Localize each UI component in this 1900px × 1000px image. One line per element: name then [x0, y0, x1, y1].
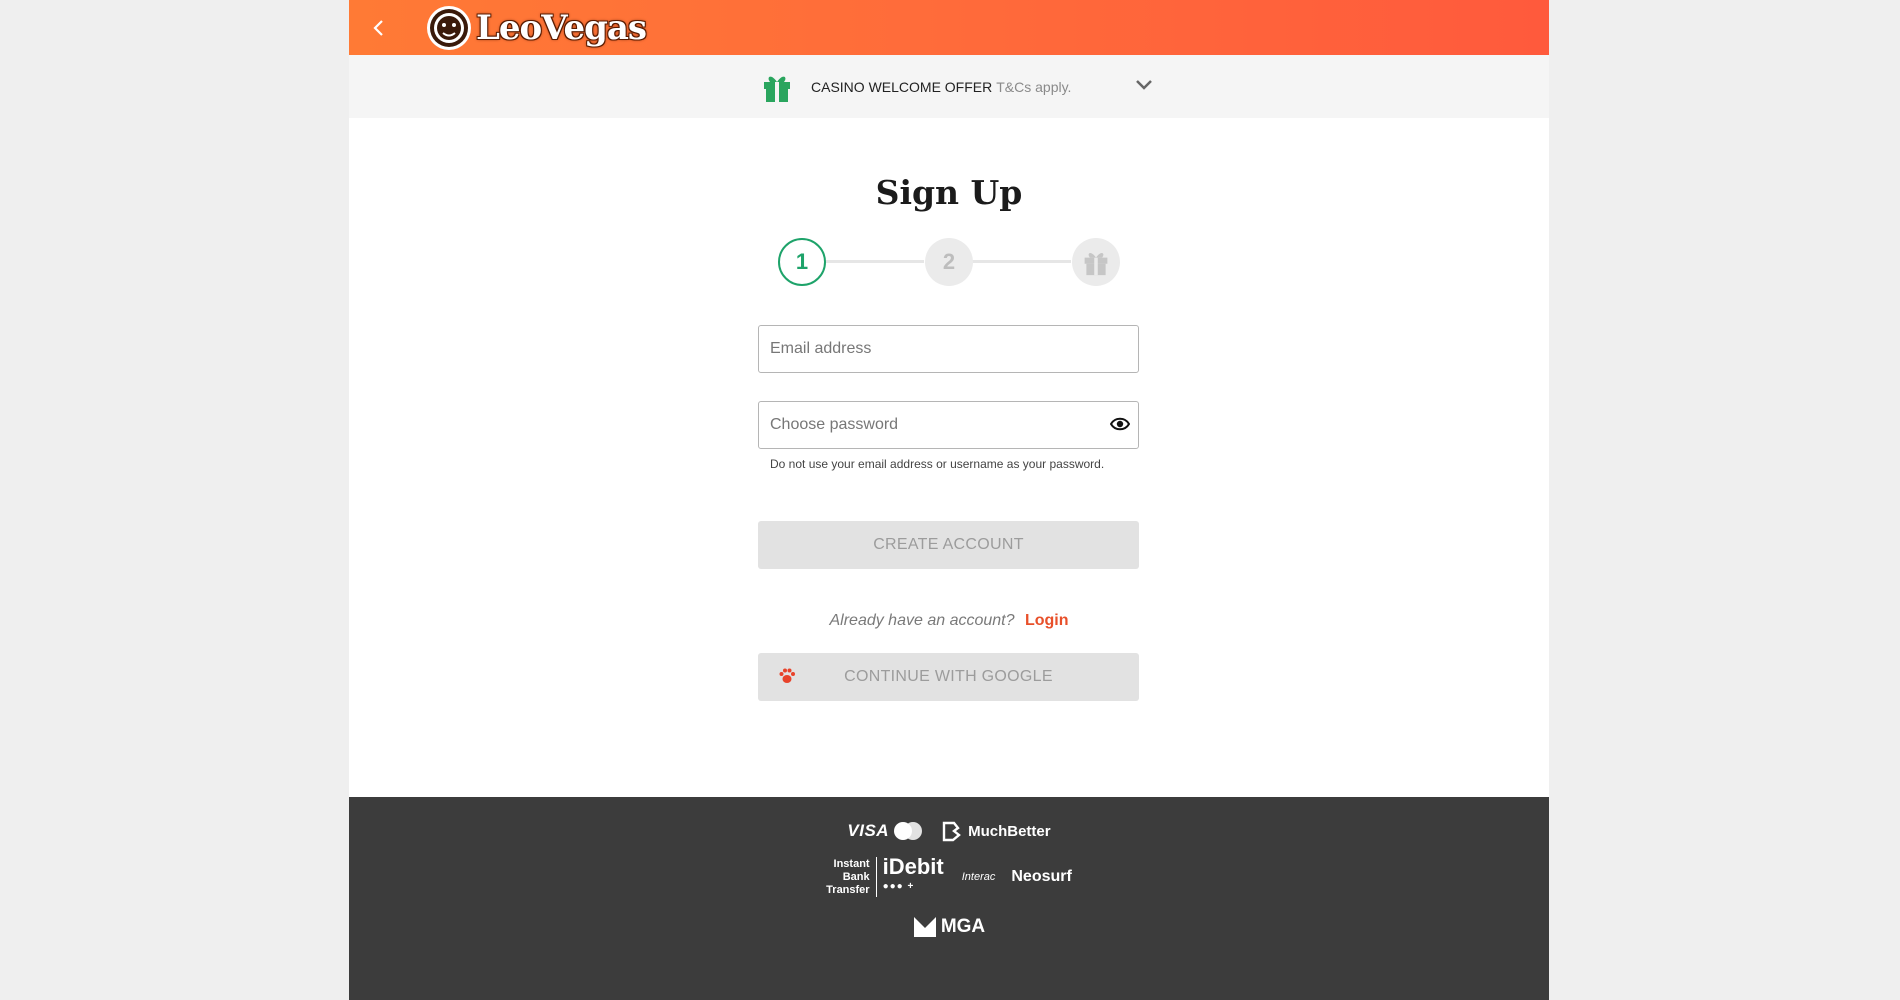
interac-logo: Interac	[961, 871, 996, 883]
show-password-toggle[interactable]	[1109, 414, 1131, 439]
step-1: 1	[778, 238, 826, 286]
muchbetter-text: MuchBetter	[968, 822, 1051, 840]
email-field-wrapper	[758, 325, 1139, 373]
welcome-offer-bar: CASINO WELCOME OFFER T&Cs apply.	[349, 55, 1549, 118]
login-prompt: Already have an account? Login	[349, 612, 1549, 630]
ibt-line: Instant	[833, 857, 870, 870]
create-account-button[interactable]: CREATE ACCOUNT	[758, 521, 1139, 569]
idebit-logo: iDebit ●●● +	[875, 854, 944, 897]
chevron-left-icon	[373, 20, 383, 36]
mga-logo[interactable]: MGA	[913, 916, 985, 938]
top-header: LeoVegas	[349, 0, 1549, 55]
logo-text: LeoVegas	[476, 8, 647, 48]
step-2: 2	[925, 238, 973, 286]
already-have-account-text: Already have an account?	[829, 612, 1015, 629]
regulator-row: MGA	[349, 914, 1549, 940]
step-connector	[971, 260, 1071, 263]
chevron-down-icon	[1136, 80, 1152, 90]
email-field[interactable]	[759, 326, 1100, 372]
footer: VISA MuchBetter Instant Bank Transfer iD…	[349, 797, 1549, 1000]
password-field-wrapper	[758, 401, 1139, 449]
visa-logo: VISA	[847, 821, 890, 840]
paw-icon	[779, 668, 795, 683]
gift-icon	[1084, 252, 1108, 276]
payment-row-1: VISA MuchBetter	[349, 819, 1549, 843]
ibt-line: Transfer	[826, 883, 870, 896]
idebit-dots: ●●● +	[882, 881, 915, 892]
mga-text: MGA	[940, 916, 986, 937]
lion-logo-icon	[427, 6, 471, 50]
leovegas-logo[interactable]: LeoVegas	[426, 5, 647, 51]
offer-title: CASINO WELCOME OFFER	[811, 79, 993, 95]
mastercard-icon	[894, 822, 923, 840]
offer-terms: T&Cs apply.	[996, 79, 1072, 95]
signup-stepper: 1 2	[349, 236, 1549, 286]
step-3-gift	[1072, 238, 1120, 286]
muchbetter-logo: MuchBetter	[940, 820, 1051, 842]
page-title: Sign Up	[875, 173, 1023, 212]
payment-row-2: Instant Bank Transfer iDebit ●●● + Inter…	[349, 854, 1549, 897]
google-button-label: CONTINUE WITH GOOGLE	[844, 668, 1053, 685]
ibt-line: Bank	[842, 870, 870, 883]
muchbetter-icon	[942, 821, 961, 842]
neosurf-logo: Neosurf	[1011, 868, 1072, 885]
password-field[interactable]	[759, 402, 1100, 448]
eye-icon	[1109, 417, 1131, 431]
continue-with-google-button[interactable]: CONTINUE WITH GOOGLE	[758, 653, 1139, 701]
page-frame: LeoVegas CASINO WELCOME OFFER T&Cs apply…	[349, 0, 1549, 1000]
step-connector	[824, 260, 924, 263]
welcome-offer-toggle[interactable]: CASINO WELCOME OFFER T&Cs apply.	[761, 70, 1153, 104]
password-hint: Do not use your email address or usernam…	[770, 457, 1105, 471]
back-button[interactable]	[363, 12, 395, 44]
login-link[interactable]: Login	[1025, 612, 1069, 629]
mga-icon	[913, 917, 936, 937]
idebit-text: iDebit	[882, 854, 944, 879]
gift-icon	[764, 76, 790, 102]
instant-bank-transfer-logo: Instant Bank Transfer	[826, 858, 869, 897]
